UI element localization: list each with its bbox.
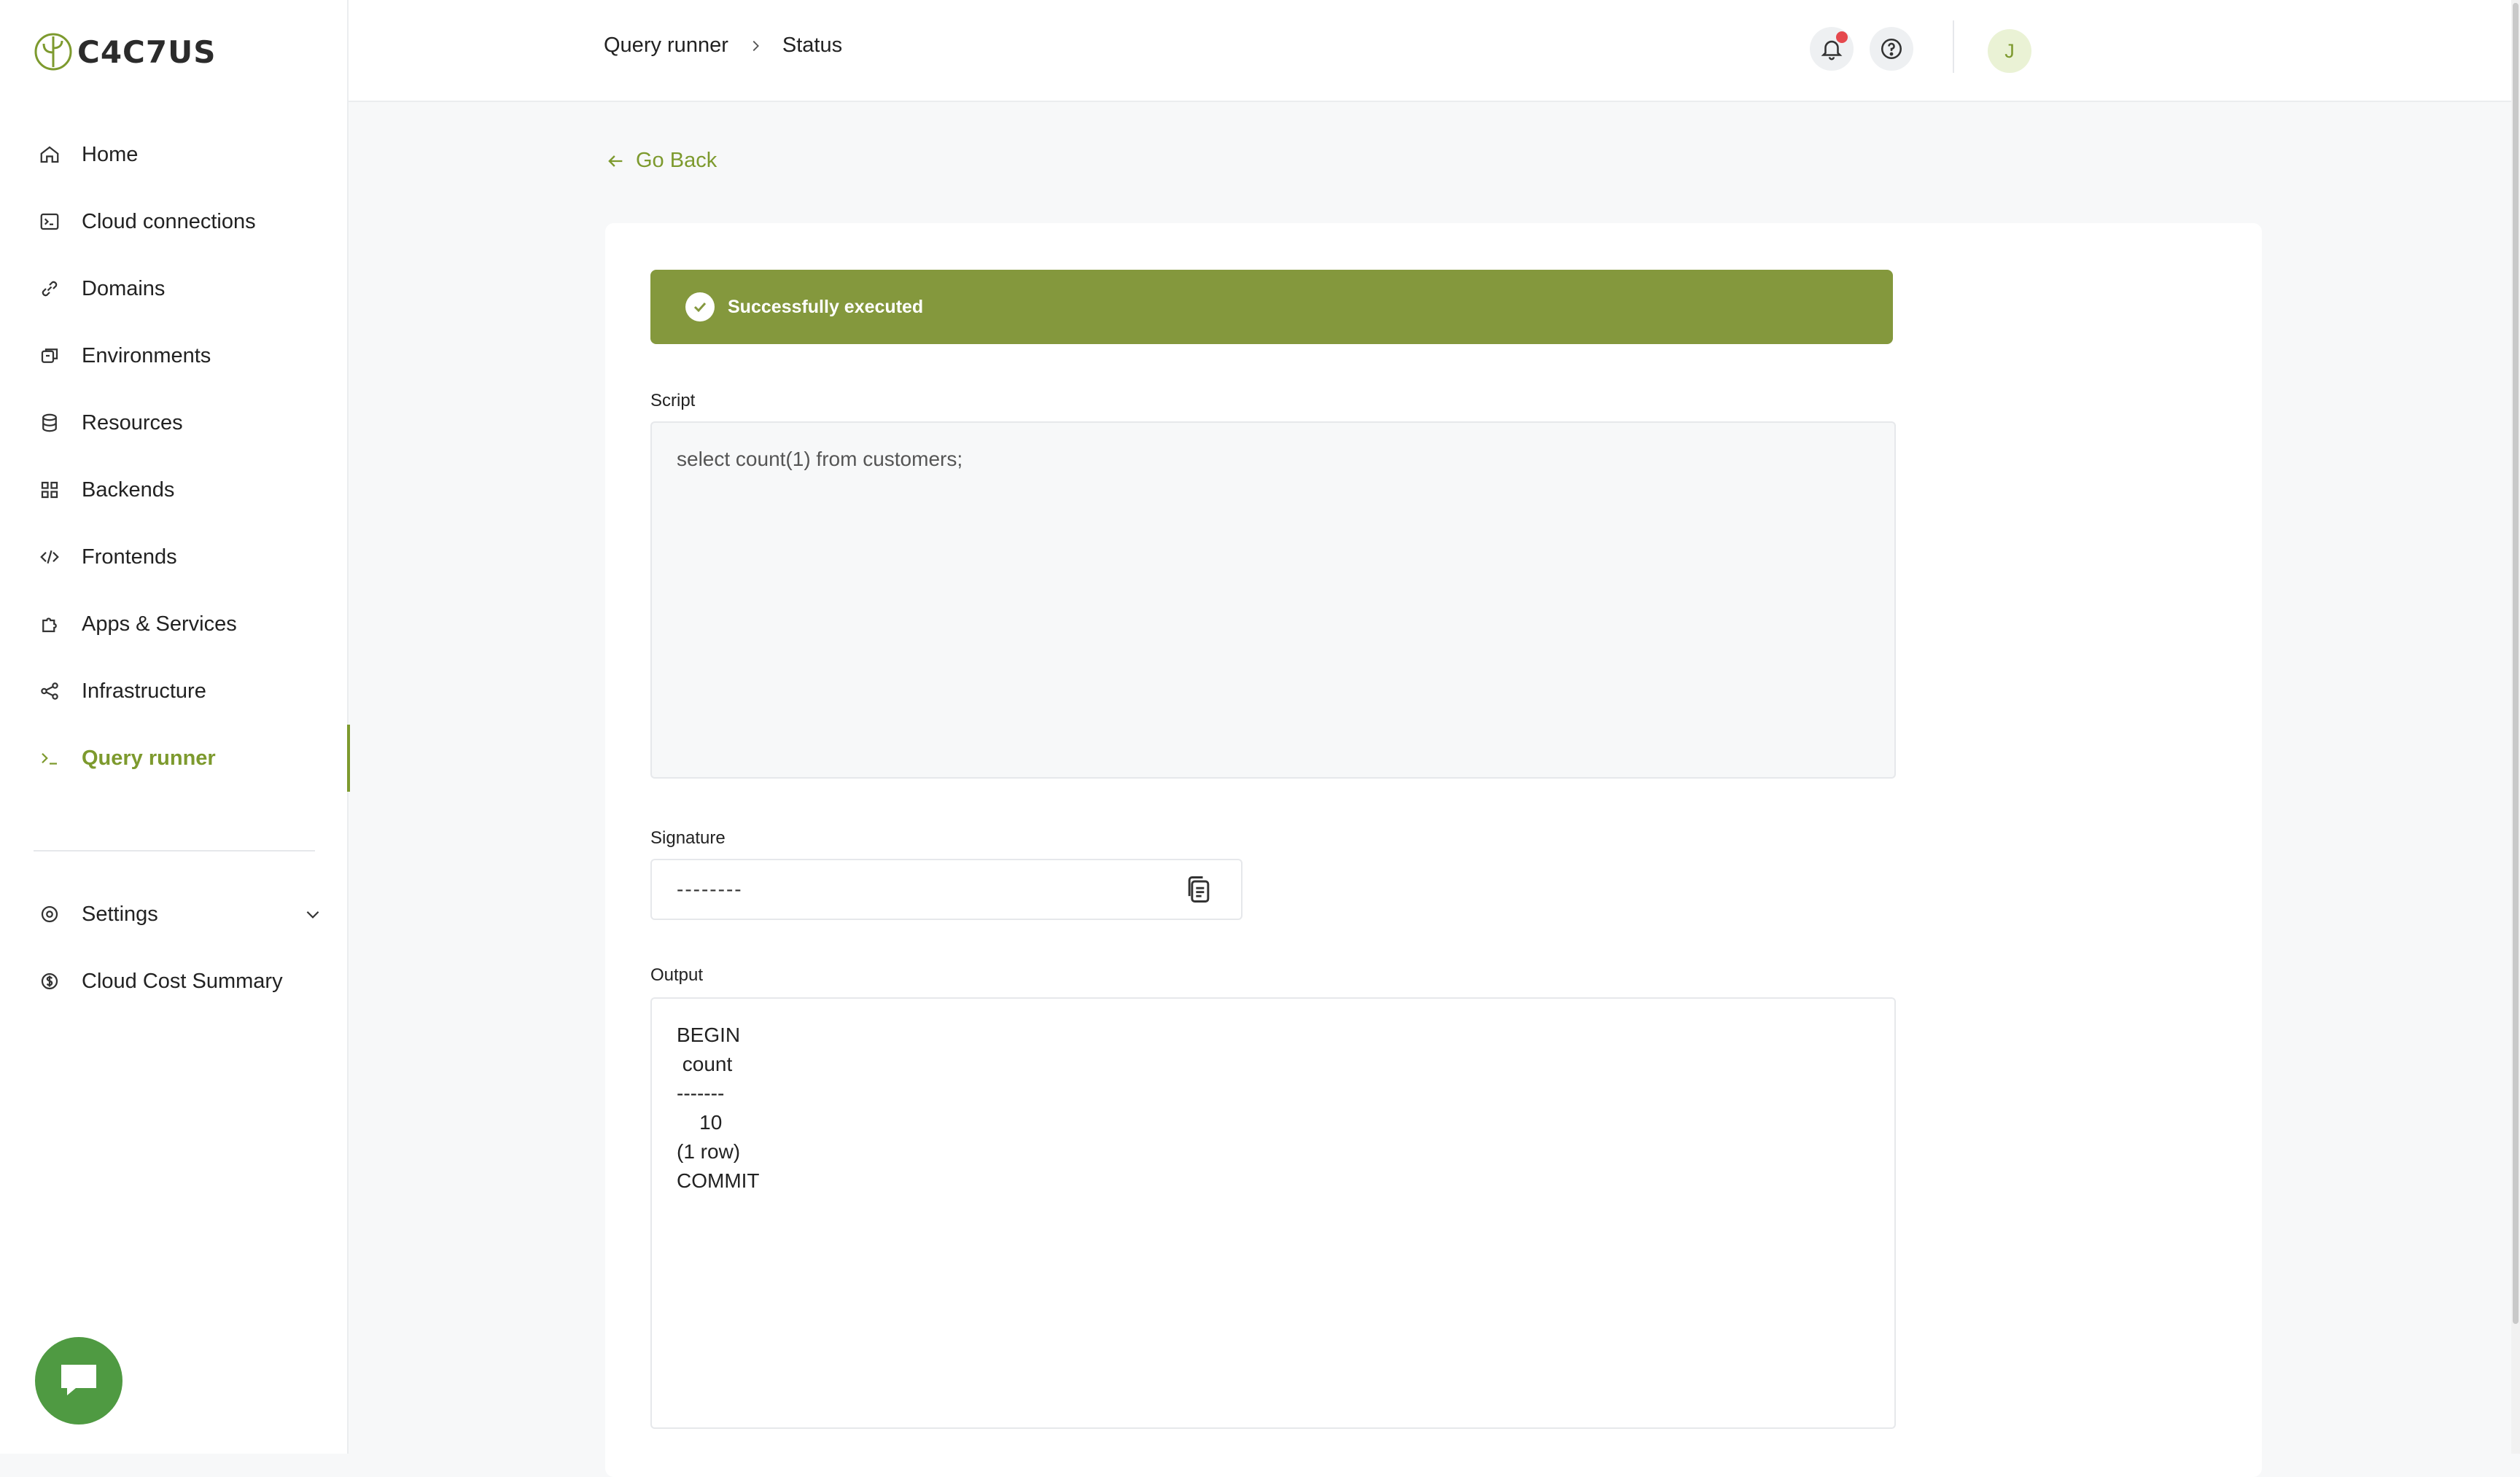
arrow-left-icon <box>608 155 623 167</box>
output-line: COMMIT <box>677 1169 760 1192</box>
output-textarea[interactable]: BEGIN count ------- 10 (1 row) COMMIT <box>650 997 1896 1429</box>
sidebar: C4C7US Home Cloud connections Domains En… <box>0 0 350 1454</box>
copy-icon <box>1188 876 1210 903</box>
puzzle-icon <box>34 608 66 640</box>
avatar[interactable]: J <box>1988 29 2031 73</box>
output-line: ------- <box>677 1082 725 1104</box>
brand-logo[interactable]: C4C7US <box>34 31 216 73</box>
page-scrollbar[interactable] <box>2511 0 2520 1454</box>
scrollbar-thumb[interactable] <box>2513 3 2519 1324</box>
output-line: BEGIN <box>677 1024 741 1046</box>
sidebar-item-label: Cloud Cost Summary <box>82 969 283 993</box>
sidebar-bottom-nav: Settings Cloud Cost Summary <box>0 881 349 1015</box>
chat-bubble-icon <box>61 1365 96 1395</box>
breadcrumb: Query runner Status <box>604 34 842 58</box>
code-icon <box>34 541 66 573</box>
sidebar-item-cloud-connections[interactable]: Cloud connections <box>0 188 349 255</box>
signature-value: -------- <box>677 878 743 900</box>
home-icon <box>34 139 66 171</box>
sidebar-item-label: Domains <box>82 276 166 300</box>
grid-icon <box>34 474 66 506</box>
sidebar-item-infrastructure[interactable]: Infrastructure <box>0 658 349 725</box>
breadcrumb-query-runner[interactable]: Query runner <box>604 34 728 58</box>
chevron-right-icon <box>747 38 763 54</box>
terminal-box-icon <box>34 206 66 238</box>
sidebar-item-resources[interactable]: Resources <box>0 389 349 456</box>
sidebar-item-label: Query runner <box>82 746 216 770</box>
link-icon <box>34 273 66 305</box>
notification-badge <box>1836 31 1848 43</box>
dollar-circle-icon <box>34 965 66 997</box>
go-back-link[interactable]: Go Back <box>605 149 717 173</box>
chevron-down-icon[interactable] <box>303 905 322 924</box>
environments-icon <box>34 340 66 372</box>
sidebar-item-backends[interactable]: Backends <box>0 456 349 523</box>
check-circle-icon <box>685 292 715 321</box>
sidebar-item-query-runner[interactable]: Query runner <box>0 725 350 792</box>
script-label: Script <box>650 391 696 410</box>
sidebar-item-label: Infrastructure <box>82 679 206 703</box>
sidebar-item-home[interactable]: Home <box>0 121 349 188</box>
signature-field[interactable]: -------- <box>650 859 1242 920</box>
sidebar-item-domains[interactable]: Domains <box>0 255 349 322</box>
terminal-prompt-icon <box>34 742 66 774</box>
sidebar-item-label: Environments <box>82 343 211 367</box>
sidebar-item-frontends[interactable]: Frontends <box>0 523 349 591</box>
cactus-logo-icon <box>34 33 72 71</box>
chat-launcher-button[interactable] <box>35 1337 122 1425</box>
sidebar-nav: Home Cloud connections Domains Environme… <box>0 121 350 792</box>
help-button[interactable] <box>1870 27 1913 71</box>
output-line: count <box>677 1053 733 1075</box>
sidebar-item-apps-services[interactable]: Apps & Services <box>0 591 349 658</box>
output-label: Output <box>650 965 704 985</box>
database-icon <box>34 407 66 439</box>
output-line: (1 row) <box>677 1140 741 1163</box>
query-status-card: Successfully executed Script select coun… <box>605 223 2262 1477</box>
output-line: 10 <box>677 1111 723 1134</box>
header-divider <box>1953 20 1954 73</box>
sidebar-item-label: Resources <box>82 410 183 434</box>
sidebar-item-label: Backends <box>82 478 175 502</box>
success-banner: Successfully executed <box>650 270 1893 344</box>
signature-label: Signature <box>650 828 726 848</box>
script-value: select count(1) from customers; <box>677 448 963 470</box>
sidebar-item-label: Settings <box>82 902 158 926</box>
sidebar-item-label: Home <box>82 142 139 166</box>
copy-signature-button[interactable] <box>1183 873 1215 911</box>
success-banner-text: Successfully executed <box>728 296 924 317</box>
sidebar-item-settings[interactable]: Settings <box>0 881 349 948</box>
sidebar-item-cloud-cost-summary[interactable]: Cloud Cost Summary <box>0 948 349 1015</box>
sidebar-item-label: Apps & Services <box>82 612 237 636</box>
sidebar-item-label: Cloud connections <box>82 209 256 233</box>
sidebar-item-label: Frontends <box>82 545 177 569</box>
brand-name: C4C7US <box>77 34 217 70</box>
breadcrumb-status: Status <box>782 34 843 57</box>
notifications-button[interactable] <box>1810 27 1854 71</box>
go-back-label: Go Back <box>636 149 718 172</box>
script-textarea[interactable]: select count(1) from customers; <box>650 421 1896 779</box>
help-circle-icon <box>1881 38 1902 60</box>
top-bar: Query runner Status J <box>349 0 2511 102</box>
share-nodes-icon <box>34 675 66 707</box>
gear-icon <box>34 898 66 930</box>
sidebar-item-environments[interactable]: Environments <box>0 322 349 389</box>
sidebar-divider <box>34 850 315 851</box>
